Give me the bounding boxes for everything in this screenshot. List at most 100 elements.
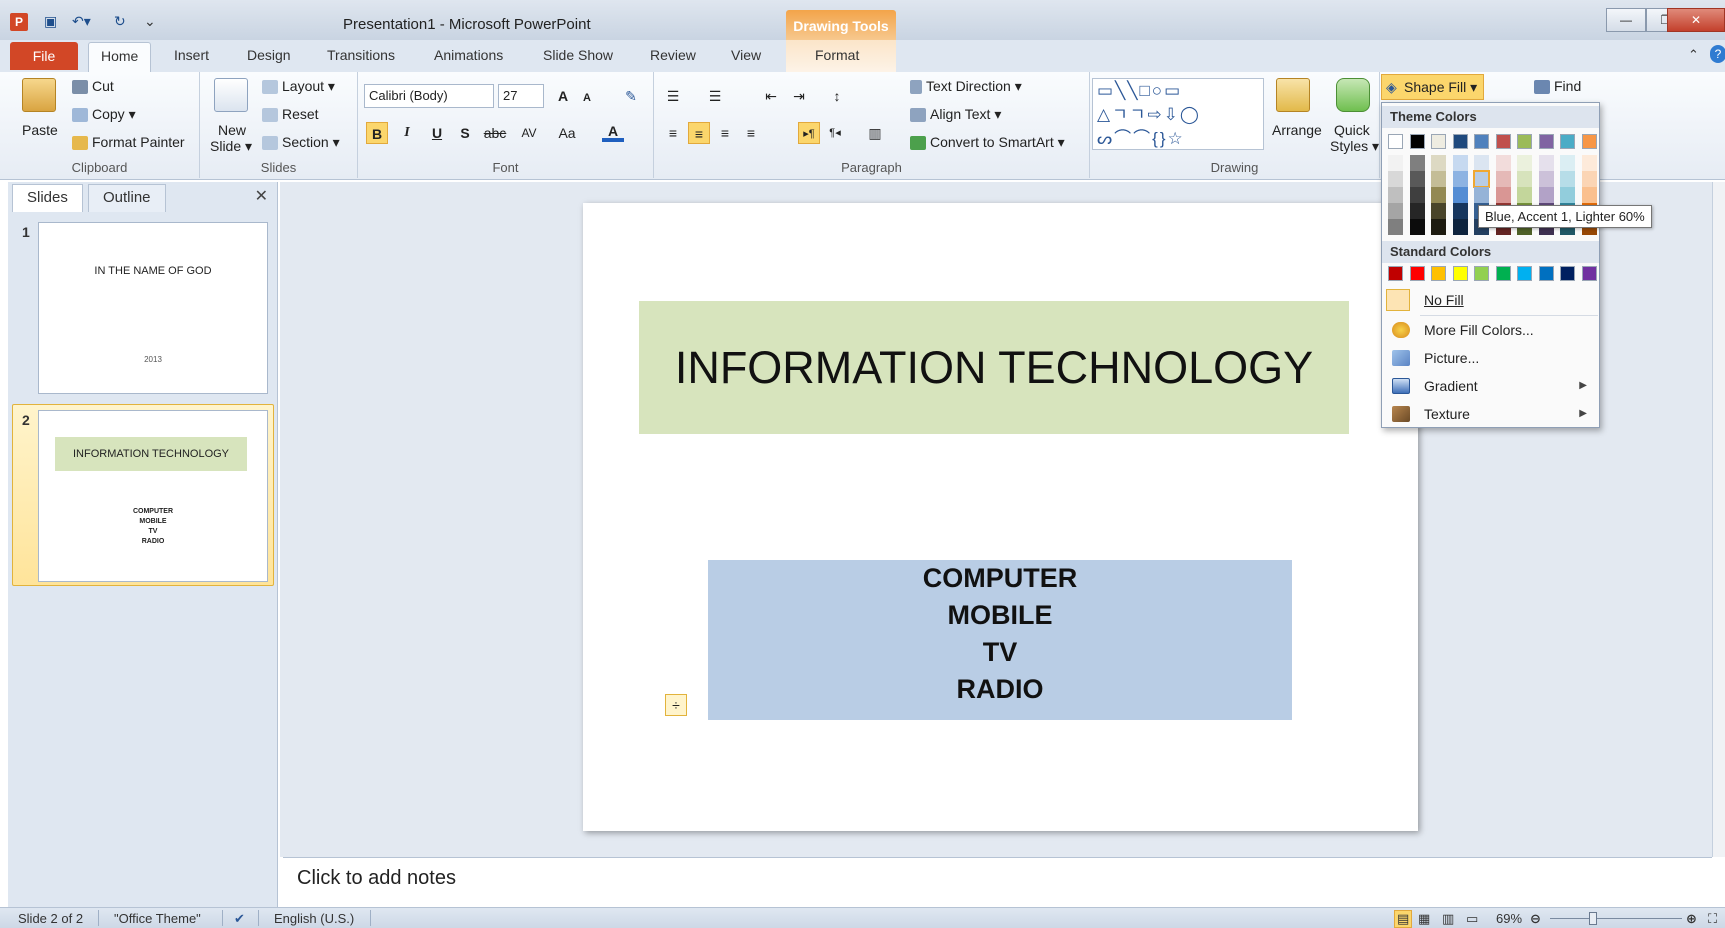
theme-color-swatch[interactable] bbox=[1388, 134, 1403, 149]
theme-shade-swatch[interactable] bbox=[1409, 203, 1425, 219]
justify-icon[interactable]: ≡ bbox=[740, 122, 762, 144]
tab-file[interactable]: File bbox=[10, 42, 78, 70]
align-left-icon[interactable]: ≡ bbox=[662, 122, 684, 144]
line-spacing-icon[interactable]: ↕ bbox=[826, 85, 848, 107]
theme-shade-swatch[interactable] bbox=[1581, 155, 1597, 171]
theme-shade-swatch[interactable] bbox=[1431, 203, 1446, 219]
new-slide-label-2[interactable]: Slide ▾ bbox=[210, 138, 252, 155]
save-icon[interactable]: ▣ bbox=[44, 13, 57, 30]
theme-shade-swatch[interactable] bbox=[1473, 170, 1490, 188]
standard-color-swatch[interactable] bbox=[1388, 266, 1403, 281]
powerpoint-app-icon[interactable]: P bbox=[10, 13, 28, 31]
underline-button[interactable]: U bbox=[426, 122, 448, 144]
theme-shade-swatch[interactable] bbox=[1388, 219, 1403, 235]
standard-color-swatch[interactable] bbox=[1495, 266, 1511, 281]
quick-styles-label-2[interactable]: Styles ▾ bbox=[1330, 138, 1379, 155]
theme-shade-swatch[interactable] bbox=[1538, 155, 1554, 171]
spell-check-icon[interactable]: ✔ bbox=[234, 911, 245, 927]
slide-sorter-icon[interactable]: ▦ bbox=[1418, 911, 1430, 927]
tab-review[interactable]: Review bbox=[650, 47, 696, 63]
tab-slides[interactable]: Slides bbox=[12, 184, 83, 212]
theme-shade-swatch[interactable] bbox=[1517, 155, 1532, 171]
help-icon[interactable]: ? bbox=[1710, 45, 1725, 63]
theme-shade-swatch[interactable] bbox=[1452, 171, 1468, 187]
theme-shade-swatch[interactable] bbox=[1388, 155, 1403, 171]
tab-design[interactable]: Design bbox=[247, 47, 291, 63]
left-to-right-icon[interactable]: ▸¶ bbox=[798, 122, 820, 144]
theme-shade-swatch[interactable] bbox=[1474, 155, 1489, 171]
layout-button[interactable]: Layout ▾ bbox=[262, 78, 335, 95]
shrink-font-button[interactable]: A bbox=[576, 87, 598, 109]
fit-to-window-icon[interactable]: ⛶ bbox=[1708, 911, 1717, 927]
theme-shade-swatch[interactable] bbox=[1409, 171, 1425, 187]
slide-title-box[interactable]: INFORMATION TECHNOLOGY bbox=[639, 301, 1349, 434]
theme-shade-swatch[interactable] bbox=[1452, 203, 1468, 219]
theme-shade-swatch[interactable] bbox=[1495, 171, 1511, 187]
standard-color-swatch[interactable] bbox=[1409, 266, 1425, 281]
standard-color-swatch[interactable] bbox=[1538, 266, 1554, 281]
theme-shade-swatch[interactable] bbox=[1581, 171, 1597, 187]
italic-button[interactable]: I bbox=[396, 122, 418, 144]
align-text-button[interactable]: Align Text ▾ bbox=[910, 106, 1001, 123]
theme-shade-swatch[interactable] bbox=[1409, 187, 1425, 203]
change-case-button[interactable]: Aa bbox=[554, 122, 580, 144]
minimize-button[interactable]: — bbox=[1606, 8, 1646, 32]
zoom-out-icon[interactable]: ⊖ bbox=[1530, 911, 1541, 927]
theme-shade-swatch[interactable] bbox=[1388, 171, 1403, 187]
tab-home[interactable]: Home bbox=[88, 42, 152, 72]
cut-button[interactable]: Cut bbox=[72, 78, 114, 95]
theme-shade-swatch[interactable] bbox=[1388, 187, 1403, 203]
grow-font-button[interactable]: A bbox=[552, 85, 574, 107]
standard-color-swatch[interactable] bbox=[1474, 266, 1489, 281]
decrease-indent-icon[interactable]: ⇤ bbox=[760, 85, 782, 107]
normal-view-icon[interactable]: ▤ bbox=[1394, 910, 1413, 928]
tab-outline[interactable]: Outline bbox=[88, 184, 166, 212]
character-spacing-button[interactable]: AV bbox=[516, 122, 542, 144]
find-button[interactable]: Find bbox=[1534, 78, 1581, 95]
reset-button[interactable]: Reset bbox=[262, 106, 319, 123]
theme-color-swatch[interactable] bbox=[1452, 134, 1468, 149]
shape-fill-button[interactable]: ◈ Shape Fill ▾ bbox=[1381, 74, 1485, 100]
theme-shade-swatch[interactable] bbox=[1409, 219, 1425, 235]
section-button[interactable]: Section ▾ bbox=[262, 134, 340, 151]
theme-color-swatch[interactable] bbox=[1409, 134, 1425, 149]
standard-color-swatch[interactable] bbox=[1517, 266, 1532, 281]
standard-color-swatch[interactable] bbox=[1452, 266, 1468, 281]
tab-animations[interactable]: Animations bbox=[434, 47, 503, 63]
columns-icon[interactable]: ▥ bbox=[864, 122, 886, 144]
theme-shade-swatch[interactable] bbox=[1560, 155, 1575, 171]
gradient-fill-item[interactable]: Gradient ▶ bbox=[1382, 373, 1599, 399]
new-slide-label-1[interactable]: New bbox=[218, 122, 246, 138]
font-size-combo[interactable]: 27 bbox=[498, 84, 544, 108]
shadow-button[interactable]: S bbox=[454, 122, 476, 144]
increase-indent-icon[interactable]: ⇥ bbox=[788, 85, 810, 107]
font-family-combo[interactable]: Calibri (Body) bbox=[364, 84, 494, 108]
slide-thumbnail-2[interactable]: INFORMATION TECHNOLOGY COMPUTER MOBILE T… bbox=[38, 410, 268, 582]
tab-transitions[interactable]: Transitions bbox=[327, 47, 395, 63]
theme-shade-swatch[interactable] bbox=[1452, 219, 1468, 235]
autofit-options-icon[interactable]: ÷ bbox=[665, 694, 687, 716]
theme-color-swatch[interactable] bbox=[1431, 134, 1446, 149]
quick-styles-icon[interactable] bbox=[1336, 78, 1370, 112]
theme-color-swatch[interactable] bbox=[1474, 134, 1489, 149]
zoom-slider-track[interactable] bbox=[1550, 918, 1682, 919]
theme-color-swatch[interactable] bbox=[1581, 134, 1597, 149]
theme-shade-swatch[interactable] bbox=[1581, 187, 1597, 203]
standard-color-swatch[interactable] bbox=[1581, 266, 1597, 281]
convert-smartart-button[interactable]: Convert to SmartArt ▾ bbox=[910, 134, 1065, 151]
theme-shade-swatch[interactable] bbox=[1452, 187, 1468, 203]
zoom-slider-thumb[interactable] bbox=[1589, 912, 1598, 925]
theme-color-swatch[interactable] bbox=[1538, 134, 1554, 149]
theme-shade-swatch[interactable] bbox=[1517, 187, 1532, 203]
theme-shade-swatch[interactable] bbox=[1388, 203, 1403, 219]
new-slide-icon[interactable] bbox=[214, 78, 248, 112]
more-fill-colors-item[interactable]: More Fill Colors... bbox=[1382, 317, 1599, 343]
font-color-button[interactable]: A bbox=[602, 120, 624, 142]
slide-show-icon[interactable]: ▭ bbox=[1466, 911, 1478, 927]
theme-shade-swatch[interactable] bbox=[1431, 219, 1446, 235]
align-center-icon[interactable]: ≡ bbox=[688, 122, 710, 144]
theme-shade-swatch[interactable] bbox=[1538, 171, 1554, 187]
standard-color-swatch[interactable] bbox=[1560, 266, 1575, 281]
theme-shade-swatch[interactable] bbox=[1431, 171, 1446, 187]
theme-color-swatch[interactable] bbox=[1495, 134, 1511, 149]
